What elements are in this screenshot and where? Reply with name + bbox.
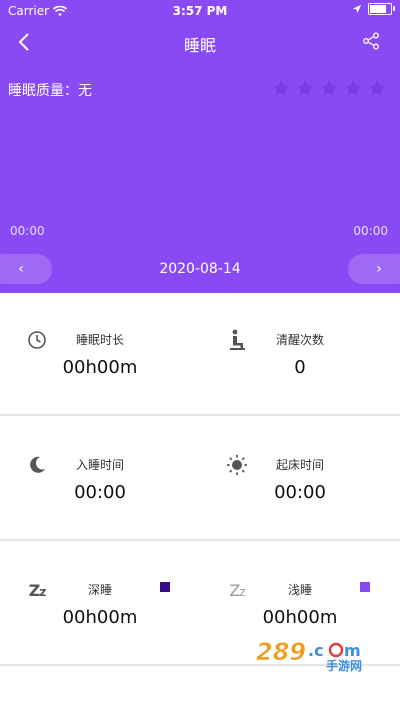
timeline-end-label: 00:00	[353, 224, 388, 238]
star-icon	[368, 79, 386, 96]
svg-text:手游网: 手游网	[326, 658, 362, 672]
svg-text:m: m	[344, 641, 361, 660]
status-time: 3:57 PM	[172, 4, 228, 18]
nav-bar: 睡眠	[0, 26, 400, 58]
sleep-quality-label: 睡眠质量：无	[8, 83, 92, 99]
svg-text:.c: .c	[308, 641, 324, 660]
sleep-time-value: 00:00	[74, 482, 126, 503]
status-bar: Carrier 3:57 PM	[0, 0, 400, 22]
location-icon	[353, 5, 361, 13]
sleep-duration-cell: 睡眠时长 00h00m	[0, 293, 200, 415]
awake-count-cell: 清醒次数 0	[200, 293, 400, 415]
header: Carrier 3:57 PM 睡眠 睡眠质量：无 00:00 00:00 ‹ …	[0, 0, 400, 293]
deep-sleep-color-swatch	[160, 582, 170, 592]
awake-count-value: 0	[294, 357, 306, 378]
divider	[0, 539, 400, 541]
star-icon	[296, 79, 314, 96]
watermark-logo: 289 .c m 手游网	[256, 638, 362, 672]
stats-section-duration: 睡眠时长 00h00m 清醒次数 0	[0, 293, 400, 415]
light-sleep-color-swatch	[360, 582, 370, 592]
light-sleep-label: 浅睡	[287, 583, 312, 597]
status-right	[352, 3, 395, 15]
deep-sleep-label: 深睡	[87, 583, 112, 597]
svg-text:289: 289	[256, 638, 306, 666]
timeline-start-label: 00:00	[10, 224, 45, 238]
chevron-right-icon: ›	[376, 261, 382, 277]
share-button[interactable]	[362, 32, 382, 52]
star-icon	[344, 79, 362, 96]
stats-section-times: 入睡时间 00:00 起床时间 00:00	[0, 418, 400, 540]
sleep-duration-label: 睡眠时长	[75, 333, 124, 347]
battery-icon	[368, 3, 395, 15]
star-icon	[272, 79, 290, 96]
awake-count-label: 清醒次数	[275, 333, 324, 347]
share-icon	[363, 32, 379, 50]
wake-time-cell: 起床时间 00:00	[200, 418, 400, 540]
deep-sleep-cell: Zz 深睡 00h00m	[0, 543, 200, 665]
quality-rating	[272, 79, 386, 97]
wake-time-label: 起床时间	[275, 458, 324, 472]
page-title: 睡眠	[183, 36, 216, 55]
divider	[0, 414, 400, 416]
deep-sleep-value: 00h00m	[62, 607, 138, 628]
sleep-duration-value: 00h00m	[62, 357, 138, 378]
current-date: 2020-08-14	[159, 261, 241, 277]
date-bar: ‹ 2020-08-14 ›	[0, 254, 400, 284]
next-date-button[interactable]: ›	[348, 254, 400, 284]
wake-time-value: 00:00	[274, 482, 326, 503]
sleep-time-label: 入睡时间	[75, 458, 124, 472]
sleep-time-cell: 入睡时间 00:00	[0, 418, 200, 540]
light-sleep-value: 00h00m	[262, 607, 338, 628]
star-icon	[320, 79, 338, 96]
